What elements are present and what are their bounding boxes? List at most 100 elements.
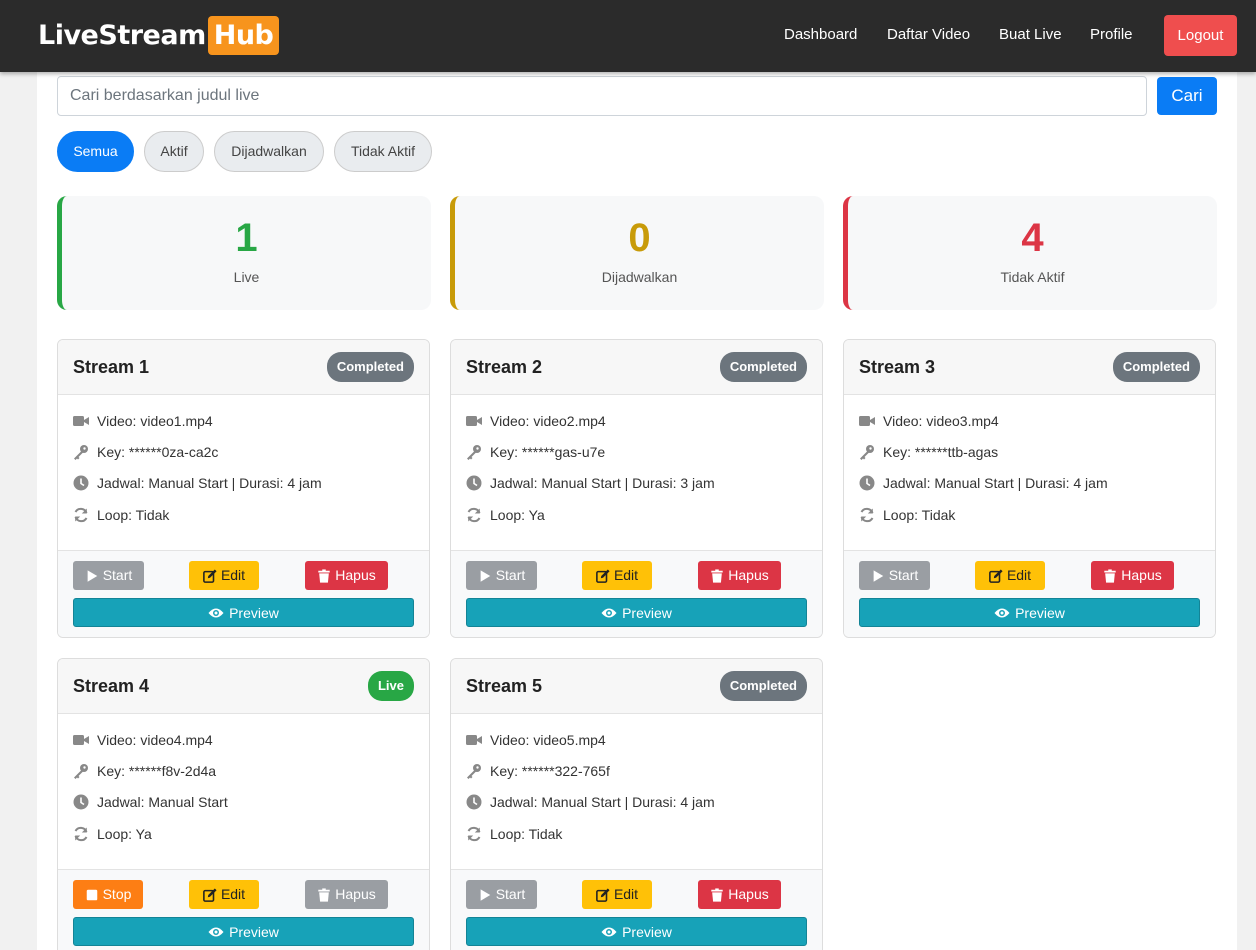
- brand-name: LiveStream: [38, 20, 206, 51]
- eye-icon: [601, 605, 617, 621]
- key-text: Key: ******322-765f: [490, 763, 610, 779]
- schedule-text: Jadwal: Manual Start | Durasi: 3 jam: [490, 475, 715, 491]
- eye-icon: [601, 924, 617, 940]
- edit-label: Edit: [613, 886, 639, 902]
- stat-live-value: 1: [235, 216, 258, 260]
- loop-row: Loop: Tidak: [73, 507, 169, 523]
- start-button[interactable]: Start: [73, 561, 144, 590]
- card-header: Stream 4 Live: [58, 659, 429, 714]
- video-text: Video: video1.mp4: [97, 413, 213, 429]
- key-row: Key: ******gas-u7e: [466, 444, 605, 460]
- schedule-row: Jadwal: Manual Start | Durasi: 3 jam: [466, 475, 715, 491]
- filter-tidak-aktif[interactable]: Tidak Aktif: [334, 131, 432, 172]
- schedule-row: Jadwal: Manual Start: [73, 794, 228, 810]
- stop-button[interactable]: Stop: [73, 880, 143, 909]
- video-icon: [466, 413, 482, 429]
- start-button[interactable]: Start: [466, 561, 537, 590]
- card-actions: Start Edit Hapus Preview: [58, 550, 429, 637]
- schedule-text: Jadwal: Manual Start | Durasi: 4 jam: [490, 794, 715, 810]
- delete-button[interactable]: Hapus: [698, 561, 781, 590]
- stat-live-label: Live: [233, 269, 260, 285]
- video-row: Video: video1.mp4: [73, 413, 213, 429]
- edit-label: Edit: [1006, 567, 1032, 583]
- edit-button[interactable]: Edit: [582, 880, 652, 909]
- start-label: Start: [495, 886, 526, 902]
- nav-profile[interactable]: Profile: [1090, 26, 1133, 43]
- edit-button[interactable]: Edit: [975, 561, 1045, 590]
- edit-label: Edit: [220, 886, 246, 902]
- key-row: Key: ******ttb-agas: [859, 444, 998, 460]
- sync-icon: [73, 507, 89, 523]
- status-badge: Completed: [326, 352, 414, 382]
- stop-icon: [85, 888, 99, 902]
- schedule-text: Jadwal: Manual Start | Durasi: 4 jam: [97, 475, 322, 491]
- preview-button[interactable]: Preview: [73, 598, 414, 627]
- eye-icon: [208, 605, 224, 621]
- preview-button[interactable]: Preview: [466, 917, 807, 946]
- play-icon: [85, 569, 99, 583]
- main-container: Cari Semua Aktif Dijadwalkan Tidak Aktif…: [37, 72, 1237, 950]
- stream-card: Stream 4 Live Video: video4.mp4 Key: ***…: [57, 658, 430, 950]
- preview-button[interactable]: Preview: [466, 598, 807, 627]
- stream-title: Stream 1: [73, 357, 150, 377]
- nav-daftar-video[interactable]: Daftar Video: [887, 26, 970, 43]
- preview-button[interactable]: Preview: [859, 598, 1200, 627]
- clock-icon: [466, 475, 482, 491]
- brand-accent: Hub: [207, 16, 280, 55]
- search-input[interactable]: [57, 76, 1147, 116]
- edit-label: Edit: [220, 567, 246, 583]
- video-text: Video: video5.mp4: [490, 732, 606, 748]
- schedule-text: Jadwal: Manual Start: [97, 794, 228, 810]
- stat-scheduled-label: Dijadwalkan: [601, 269, 678, 285]
- filter-dijadwalkan[interactable]: Dijadwalkan: [214, 131, 324, 172]
- key-row: Key: ******322-765f: [466, 763, 610, 779]
- loop-row: Loop: Tidak: [466, 826, 562, 842]
- sync-icon: [73, 826, 89, 842]
- schedule-row: Jadwal: Manual Start | Durasi: 4 jam: [466, 794, 715, 810]
- card-header: Stream 5 Completed: [451, 659, 822, 714]
- schedule-text: Jadwal: Manual Start | Durasi: 4 jam: [883, 475, 1108, 491]
- status-badge: Completed: [1112, 352, 1200, 382]
- logout-button[interactable]: Logout: [1164, 15, 1237, 56]
- sync-icon: [466, 826, 482, 842]
- edit-button[interactable]: Edit: [189, 561, 259, 590]
- preview-label: Preview: [1015, 604, 1065, 621]
- nav-dashboard[interactable]: Dashboard: [784, 26, 857, 43]
- delete-button[interactable]: Hapus: [698, 880, 781, 909]
- stream-card: Stream 3 Completed Video: video3.mp4 Key…: [843, 339, 1216, 638]
- loop-text: Loop: Tidak: [883, 507, 956, 523]
- delete-button[interactable]: Hapus: [305, 561, 388, 590]
- key-row: Key: ******f8v-2d4a: [73, 763, 216, 779]
- status-badge: Live: [367, 671, 414, 701]
- key-icon: [466, 444, 482, 460]
- edit-icon: [596, 888, 610, 902]
- loop-text: Loop: Ya: [97, 826, 152, 842]
- start-button[interactable]: Start: [466, 880, 537, 909]
- play-icon: [478, 888, 492, 902]
- nav-buat-live[interactable]: Buat Live: [999, 26, 1062, 43]
- stream-card: Stream 2 Completed Video: video2.mp4 Key…: [450, 339, 823, 638]
- stat-scheduled: 0 Dijadwalkan: [450, 196, 824, 310]
- delete-button[interactable]: Hapus: [305, 880, 388, 909]
- status-badge: Completed: [719, 352, 807, 382]
- trash-icon: [710, 569, 724, 583]
- loop-text: Loop: Ya: [490, 507, 545, 523]
- filter-semua[interactable]: Semua: [57, 131, 134, 172]
- brand-logo[interactable]: LiveStream Hub: [38, 16, 280, 55]
- search-button[interactable]: Cari: [1157, 77, 1217, 115]
- key-row: Key: ******0za-ca2c: [73, 444, 218, 460]
- edit-button[interactable]: Edit: [189, 880, 259, 909]
- edit-button[interactable]: Edit: [582, 561, 652, 590]
- preview-button[interactable]: Preview: [73, 917, 414, 946]
- delete-button[interactable]: Hapus: [1091, 561, 1174, 590]
- stream-card: Stream 5 Completed Video: video5.mp4 Key…: [450, 658, 823, 950]
- clock-icon: [73, 794, 89, 810]
- start-button[interactable]: Start: [859, 561, 930, 590]
- edit-icon: [203, 569, 217, 583]
- delete-label: Hapus: [728, 567, 769, 583]
- key-icon: [73, 444, 89, 460]
- loop-row: Loop: Ya: [466, 507, 545, 523]
- filter-aktif[interactable]: Aktif: [144, 131, 204, 172]
- schedule-row: Jadwal: Manual Start | Durasi: 4 jam: [859, 475, 1108, 491]
- card-actions: Stop Edit Hapus Preview: [58, 869, 429, 950]
